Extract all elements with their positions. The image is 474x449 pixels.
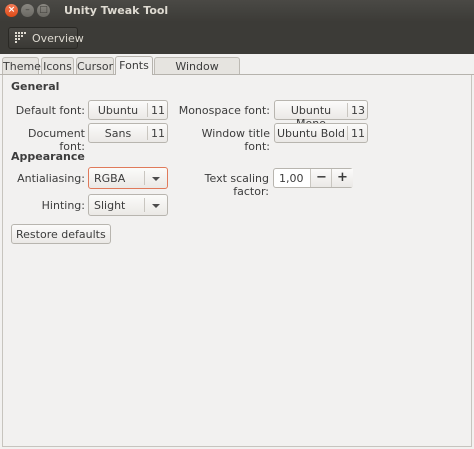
- window-title: Unity Tweak Tool: [64, 4, 169, 17]
- document-font-size: 11: [151, 127, 165, 140]
- window-titlebar: × – □ Unity Tweak Tool: [0, 0, 474, 22]
- window-title-font-label: Window title font:: [201, 127, 270, 153]
- separator: [144, 198, 145, 212]
- minimize-window-button[interactable]: –: [21, 4, 34, 17]
- tab-fonts[interactable]: Fonts: [115, 56, 153, 75]
- antialiasing-combo[interactable]: RGBA: [88, 167, 168, 189]
- tab-window-controls[interactable]: Window Controls: [154, 57, 240, 90]
- default-font-size: 11: [151, 104, 165, 117]
- general-heading: General: [11, 80, 60, 93]
- close-window-button[interactable]: ×: [5, 4, 18, 17]
- chevron-down-icon: [152, 177, 160, 181]
- monospace-font-button[interactable]: Ubuntu Mono 13: [274, 100, 368, 130]
- toolbar: Overview: [0, 22, 474, 54]
- window-title-font-size: 11: [351, 127, 365, 140]
- window-title-font-name: Ubuntu Bold: [276, 127, 346, 140]
- hinting-value: Slight: [94, 199, 126, 212]
- hinting-combo[interactable]: Slight: [88, 194, 168, 216]
- monospace-font-size: 13: [351, 104, 365, 117]
- monospace-font-label: Monospace font:: [178, 104, 270, 117]
- tab-icons[interactable]: Icons: [41, 57, 74, 74]
- text-scaling-value: 1,00: [279, 172, 304, 185]
- text-scaling-spinner[interactable]: 1,00 − +: [273, 168, 353, 188]
- tab-bar: Theme Icons Cursor Fonts Window Controls: [0, 56, 474, 90]
- hinting-label: Hinting:: [41, 199, 85, 212]
- tab-theme[interactable]: Theme: [2, 57, 41, 74]
- appearance-heading: Appearance: [11, 150, 85, 163]
- grid-icon: [15, 32, 26, 43]
- separator: [144, 171, 145, 185]
- document-font-button[interactable]: Sans 11: [88, 123, 168, 143]
- maximize-window-button[interactable]: □: [37, 4, 50, 17]
- document-font-name: Sans: [104, 127, 132, 140]
- increase-button[interactable]: +: [331, 169, 353, 187]
- tab-cursor[interactable]: Cursor: [76, 57, 114, 74]
- fonts-panel: General Default font: Ubuntu 11 Monospac…: [2, 75, 472, 447]
- window-title-font-button[interactable]: Ubuntu Bold 11: [274, 123, 368, 143]
- overview-button[interactable]: Overview: [8, 27, 84, 49]
- decrease-button[interactable]: −: [310, 169, 332, 187]
- antialiasing-label: Antialiasing:: [17, 172, 85, 185]
- default-font-label: Default font:: [15, 104, 85, 117]
- default-font-name: Ubuntu: [97, 104, 139, 117]
- default-font-button[interactable]: Ubuntu 11: [88, 100, 168, 120]
- antialiasing-value: RGBA: [94, 172, 126, 185]
- restore-defaults-button[interactable]: Restore defaults: [11, 224, 111, 244]
- overview-label: Overview: [32, 32, 84, 45]
- text-scaling-label: Text scaling factor:: [204, 172, 269, 198]
- chevron-down-icon: [152, 204, 160, 208]
